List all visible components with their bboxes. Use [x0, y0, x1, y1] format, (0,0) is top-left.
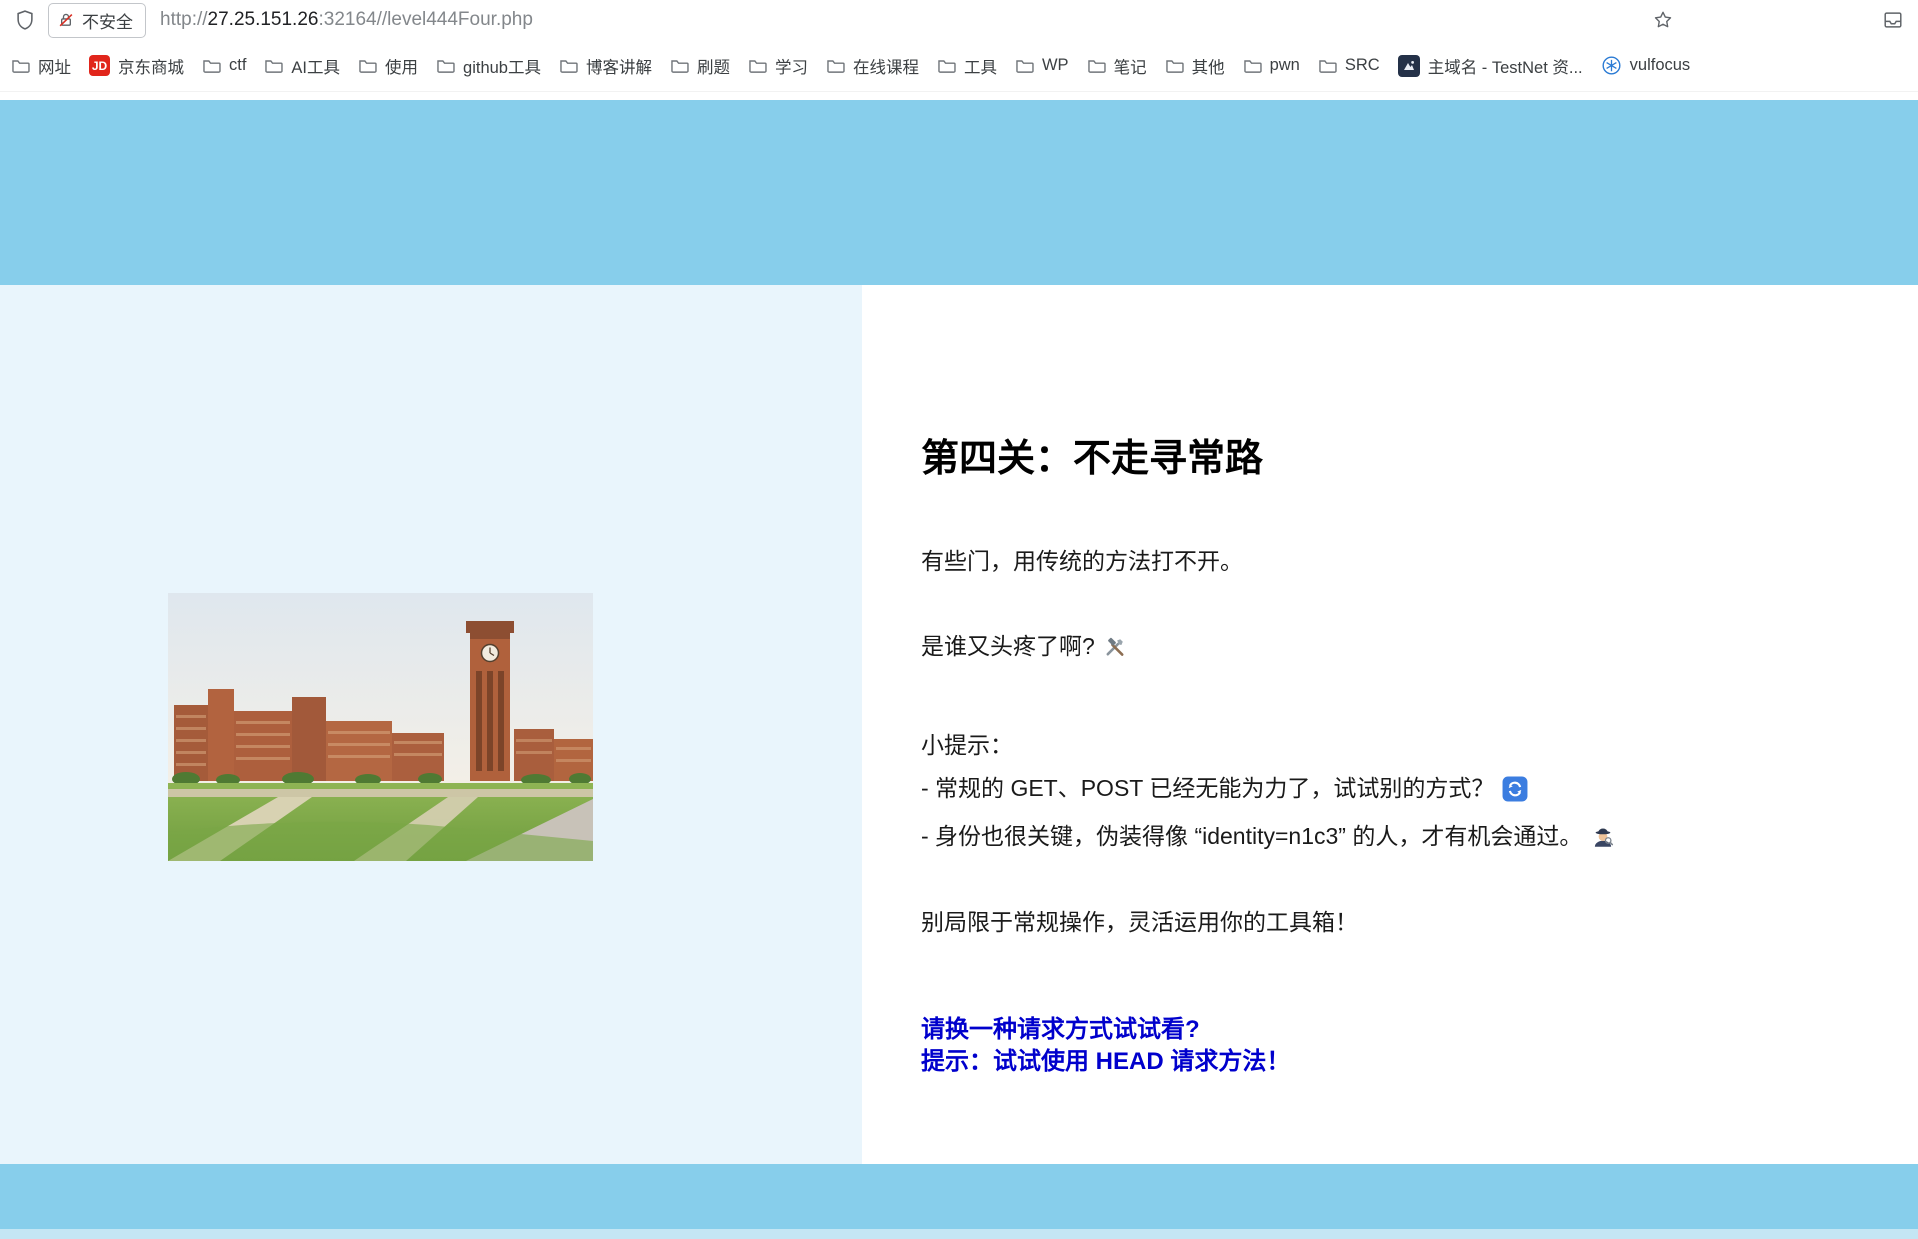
folder-icon	[1318, 58, 1337, 74]
bookmark-item-jd[interactable]: JD 京东商城	[80, 48, 193, 84]
jd-icon: JD	[89, 55, 110, 76]
hint-method: - 常规的 GET、POST 已经无能为力了，试试别的方式？	[921, 767, 1878, 816]
url-path: :32164//level444Four.php	[318, 9, 533, 30]
bookmarks-bar: 网址 JD 京东商城 ctf AI工具 使用 github工具 博客讲解 刷题	[0, 40, 1918, 92]
bookmark-item-usage[interactable]: 使用	[349, 48, 427, 84]
bookmark-label: ctf	[229, 56, 247, 74]
bookmark-label: 其他	[1191, 58, 1225, 77]
bookmark-item-blog-guides[interactable]: 博客讲解	[550, 48, 661, 84]
challenge-tease: 是谁又头疼了啊?	[921, 632, 1878, 668]
page-footer-band	[0, 1164, 1918, 1229]
response-line-2: 提示：试试使用 HEAD 请求方法！	[921, 1048, 1291, 1076]
bookmark-label: 博客讲解	[585, 58, 652, 77]
bookmark-label: 主域名 - TestNet 资...	[1427, 58, 1583, 77]
bookmark-label: 京东商城	[118, 58, 184, 77]
folder-icon	[202, 58, 221, 74]
bookmark-label: 笔记	[1113, 58, 1147, 77]
bookmark-label: pwn	[1269, 56, 1300, 74]
challenge-title: 第四关：不走寻常路	[921, 438, 1264, 480]
folder-icon	[748, 58, 767, 74]
folder-icon	[937, 58, 956, 74]
hint-identity: - 身份也很关键，伪装得像 “identity=n1c3” 的人，才有机会通过。	[921, 815, 1878, 864]
bookmark-label: AI工具	[291, 58, 341, 77]
folder-icon	[826, 58, 845, 74]
page-header-band	[0, 100, 1918, 285]
browser-tray-icon[interactable]	[1878, 5, 1908, 35]
bookmark-label: 使用	[385, 58, 419, 77]
folder-icon	[436, 58, 455, 74]
bookmark-item-ctf[interactable]: ctf	[193, 50, 255, 81]
bookmark-label: 学习	[774, 58, 808, 77]
challenge-intro: 有些门，用传统的方法打不开。	[921, 547, 1243, 574]
bookmark-item-ai-tools[interactable]: AI工具	[255, 48, 349, 84]
response-line-1: 请换一种请求方式试试看?	[921, 1015, 1200, 1043]
testnet-icon	[1397, 54, 1420, 77]
folder-icon	[264, 58, 283, 74]
bookmark-item-vulfocus[interactable]: vulfocus	[1592, 49, 1700, 82]
bookmark-item-src[interactable]: SRC	[1309, 50, 1389, 81]
folder-icon	[358, 58, 377, 74]
address-bar[interactable]: 不安全 http://27.25.151.26:32164//level444F…	[0, 0, 1918, 40]
bookmark-label: 在线课程	[852, 58, 919, 77]
bookmark-item-github-tools[interactable]: github工具	[427, 48, 550, 84]
bookmark-label: vulfocus	[1629, 56, 1691, 74]
folder-icon	[11, 58, 30, 74]
bookmark-item-tools[interactable]: 工具	[928, 48, 1006, 84]
bookmark-label: 网址	[38, 58, 71, 77]
bookmark-item-practice[interactable]: 刷题	[661, 48, 739, 84]
bookmark-item-pwn[interactable]: pwn	[1234, 50, 1309, 81]
url-text[interactable]: http://27.25.151.26:32164//level444Four.…	[160, 9, 533, 31]
bookmark-label: 刷题	[696, 58, 730, 77]
bookmark-item-urls[interactable]: 网址	[2, 48, 80, 84]
bookmark-label: github工具	[463, 58, 541, 77]
vulfocus-icon	[1601, 55, 1622, 76]
bookmark-item-wp[interactable]: WP	[1006, 50, 1078, 81]
refresh-arrows-icon	[1502, 773, 1528, 816]
url-scheme: http://	[160, 9, 208, 30]
challenge-content: 第四关：不走寻常路 有些门，用传统的方法打不开。 是谁又头疼了啊? 小提示： -…	[862, 285, 1918, 1164]
bookmark-item-study[interactable]: 学习	[739, 48, 817, 84]
bookmark-item-notes[interactable]: 笔记	[1078, 48, 1156, 84]
not-secure-label: 不安全	[82, 12, 133, 32]
folder-icon	[559, 58, 578, 74]
not-secure-chip[interactable]: 不安全	[48, 2, 146, 38]
hints-block: 小提示： - 常规的 GET、POST 已经无能为力了，试试别的方式？ - 身份…	[921, 724, 1878, 864]
detective-icon	[1590, 821, 1616, 864]
hints-label: 小提示：	[921, 732, 1013, 759]
browser-window: 不安全 http://27.25.151.26:32164//level444F…	[0, 0, 1918, 1239]
folder-icon	[1243, 58, 1262, 74]
folder-icon	[1165, 58, 1184, 74]
folder-icon	[1087, 58, 1106, 74]
challenge-response: 请换一种请求方式试试看? 提示：试试使用 HEAD 请求方法！	[921, 1014, 1878, 1079]
shield-extension-icon[interactable]	[10, 5, 40, 35]
folder-icon	[1015, 58, 1034, 74]
bookmark-label: SRC	[1344, 56, 1380, 74]
bookmark-star-icon[interactable]	[1648, 5, 1678, 35]
page-main: 第四关：不走寻常路 有些门，用传统的方法打不开。 是谁又头疼了啊? 小提示： -…	[0, 285, 1918, 1164]
bookmark-item-other[interactable]: 其他	[1156, 48, 1234, 84]
url-host: 27.25.151.26	[207, 9, 319, 30]
bookmark-label: 工具	[963, 58, 997, 77]
challenge-outro: 别局限于常规操作，灵活运用你的工具箱！	[921, 909, 1358, 936]
bookmark-label: WP	[1041, 56, 1069, 74]
folder-icon	[670, 58, 689, 74]
left-panel	[0, 285, 862, 1164]
hammer-wrench-icon	[1103, 636, 1127, 668]
insecure-lock-icon	[57, 11, 75, 29]
campus-photo	[168, 593, 593, 861]
bookmark-item-testnet[interactable]: 主域名 - TestNet 资...	[1389, 48, 1592, 84]
bookmark-item-online-courses[interactable]: 在线课程	[817, 48, 928, 84]
page-footer-strip	[0, 1229, 1918, 1239]
